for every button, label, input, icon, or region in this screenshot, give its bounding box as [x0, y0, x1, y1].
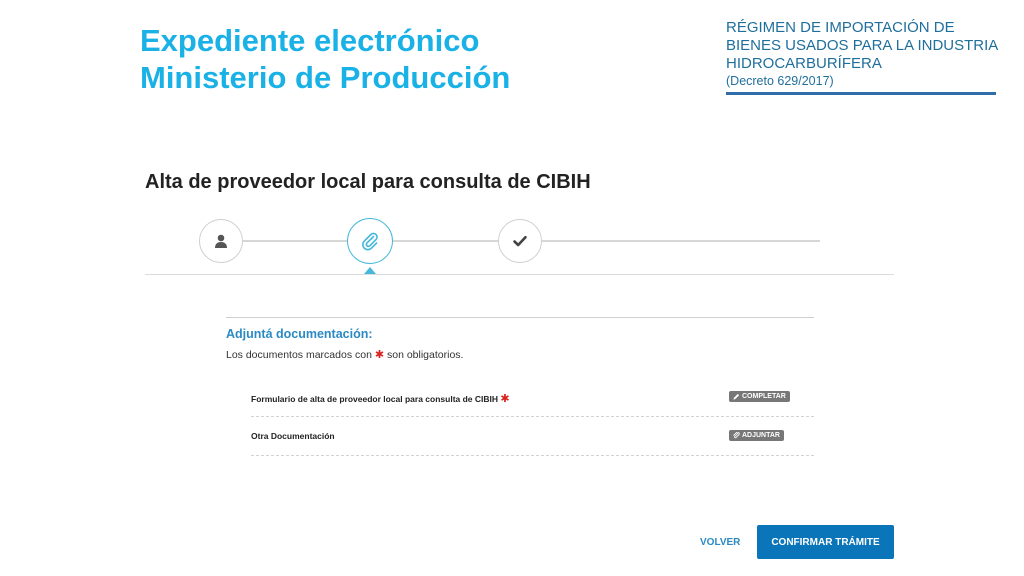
pencil-icon	[733, 393, 740, 400]
document-label-text: Formulario de alta de proveedor local pa…	[251, 394, 499, 404]
required-note-before: Los documentos marcados con	[226, 349, 372, 361]
document-label: Formulario de alta de proveedor local pa…	[251, 392, 510, 405]
paperclip-icon	[362, 232, 378, 251]
attach-heading: Adjuntá documentación:	[226, 327, 373, 341]
required-note-after: son obligatorios.	[386, 349, 464, 361]
confirm-button[interactable]: CONFIRMAR TRÁMITE	[757, 525, 894, 559]
app-title-line-1: Expediente electrónico	[140, 23, 480, 58]
check-icon	[513, 235, 527, 247]
user-icon	[215, 234, 227, 248]
paperclip-icon	[733, 432, 740, 439]
page: Expediente electrónico Ministerio de Pro…	[0, 0, 1024, 576]
step-user[interactable]	[199, 219, 243, 263]
regime-line-1: RÉGIMEN DE IMPORTACIÓN DE	[726, 19, 955, 36]
stepper-divider	[145, 274, 894, 275]
decree-text: (Decreto 629/2017)	[726, 74, 834, 88]
document-label: Otra Documentación	[251, 431, 335, 441]
required-star-icon: ✱	[374, 349, 385, 361]
regime-line-2: BIENES USADOS PARA LA INDUSTRIA	[726, 37, 999, 54]
step-confirm[interactable]	[498, 219, 542, 263]
document-row-otra: Otra Documentación ADJUNTAR	[251, 417, 814, 456]
back-button[interactable]: VOLVER	[700, 533, 740, 553]
required-star-icon: ✱	[500, 393, 510, 405]
adjuntar-button[interactable]: ADJUNTAR	[729, 430, 784, 441]
required-note: Los documentos marcados con ✱ son obliga…	[226, 348, 463, 361]
completar-button-label: COMPLETAR	[742, 393, 786, 400]
active-step-caret	[364, 267, 376, 274]
app-title-line-2: Ministerio de Producción	[140, 60, 511, 95]
page-title: Alta de proveedor local para consulta de…	[145, 171, 591, 193]
regime-block: RÉGIMEN DE IMPORTACIÓN DE BIENES USADOS …	[726, 19, 1016, 89]
panel-divider	[226, 317, 814, 318]
document-row-formulario: Formulario de alta de proveedor local pa…	[251, 378, 814, 417]
regime-line-3: HIDROCARBURÍFERA	[726, 55, 882, 72]
adjuntar-button-label: ADJUNTAR	[742, 432, 780, 439]
app-title: Expediente electrónico Ministerio de Pro…	[140, 22, 510, 96]
step-attach[interactable]	[347, 218, 393, 264]
completar-button[interactable]: COMPLETAR	[729, 391, 790, 402]
regime-underline	[726, 92, 996, 95]
